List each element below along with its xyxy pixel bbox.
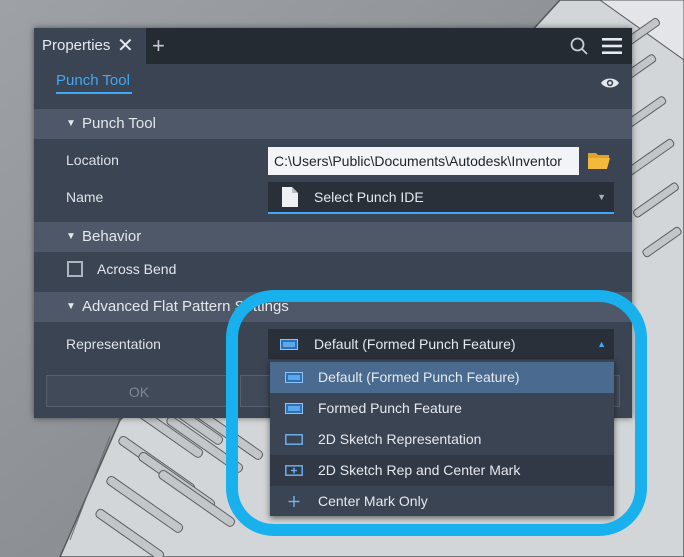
panel-title-bar: Properties ✕ + [34, 28, 632, 64]
ok-button[interactable]: OK [46, 375, 232, 407]
name-dropdown[interactable]: Select Punch IDE ▼ [268, 182, 614, 214]
folder-icon[interactable] [587, 150, 611, 170]
center-mark-icon [288, 496, 300, 507]
option-label: 2D Sketch Representation [318, 431, 482, 447]
section-punch-tool-title: Punch Tool [82, 115, 156, 132]
eye-icon[interactable] [600, 76, 620, 90]
chevron-up-icon: ▲ [597, 339, 606, 349]
option-label: 2D Sketch Rep and Center Mark [318, 462, 521, 478]
chevron-down-icon: ▼ [597, 192, 606, 202]
document-icon [282, 187, 298, 207]
representation-dropdown-value: Default (Formed Punch Feature) [314, 336, 516, 352]
sketch-rectangle-icon [285, 434, 303, 445]
option-default-formed[interactable]: Default (Formed Punch Feature) [270, 362, 614, 393]
collapse-triangle-icon: ▼ [66, 301, 76, 312]
sketch-center-mark-icon [285, 465, 303, 476]
tab-properties-label: Properties [42, 37, 111, 54]
hamburger-menu-icon[interactable] [602, 38, 622, 54]
formed-feature-icon [285, 403, 303, 414]
add-tab-icon[interactable]: + [152, 28, 165, 64]
section-advanced-flat-pattern[interactable]: ▼ Advanced Flat Pattern Settings [34, 292, 632, 322]
option-center-mark-only[interactable]: Center Mark Only [270, 486, 614, 517]
location-field[interactable]: C:\Users\Public\Documents\Autodesk\Inven… [268, 147, 579, 175]
name-label: Name [66, 189, 104, 205]
option-2d-sketch-representation[interactable]: 2D Sketch Representation [270, 424, 614, 455]
section-punch-tool[interactable]: ▼ Punch Tool [34, 109, 632, 139]
option-formed-punch-feature[interactable]: Formed Punch Feature [270, 393, 614, 424]
search-icon[interactable] [570, 37, 588, 55]
collapse-triangle-icon: ▼ [66, 231, 76, 242]
option-2d-sketch-center-mark[interactable]: 2D Sketch Rep and Center Mark [270, 455, 614, 486]
section-behavior-title: Behavior [82, 228, 142, 245]
collapse-triangle-icon: ▼ [66, 118, 76, 129]
tab-properties[interactable]: Properties ✕ [34, 28, 146, 64]
representation-label: Representation [66, 336, 161, 352]
close-tab-icon[interactable]: ✕ [117, 28, 134, 64]
representation-dropdown-list: Default (Formed Punch Feature) Formed Pu… [270, 360, 614, 516]
formed-feature-icon [285, 372, 303, 383]
name-dropdown-value: Select Punch IDE [314, 189, 424, 205]
option-label: Formed Punch Feature [318, 400, 462, 416]
subtab-punch-tool[interactable]: Punch Tool [56, 72, 132, 94]
formed-feature-icon [280, 339, 298, 350]
across-bend-checkbox[interactable] [67, 261, 83, 277]
representation-dropdown[interactable]: Default (Formed Punch Feature) ▲ [268, 329, 614, 359]
option-label: Center Mark Only [318, 493, 428, 509]
option-label: Default (Formed Punch Feature) [318, 369, 520, 385]
section-behavior[interactable]: ▼ Behavior [34, 222, 632, 252]
section-advanced-title: Advanced Flat Pattern Settings [82, 298, 289, 315]
location-label: Location [66, 152, 119, 168]
across-bend-label: Across Bend [97, 261, 177, 277]
